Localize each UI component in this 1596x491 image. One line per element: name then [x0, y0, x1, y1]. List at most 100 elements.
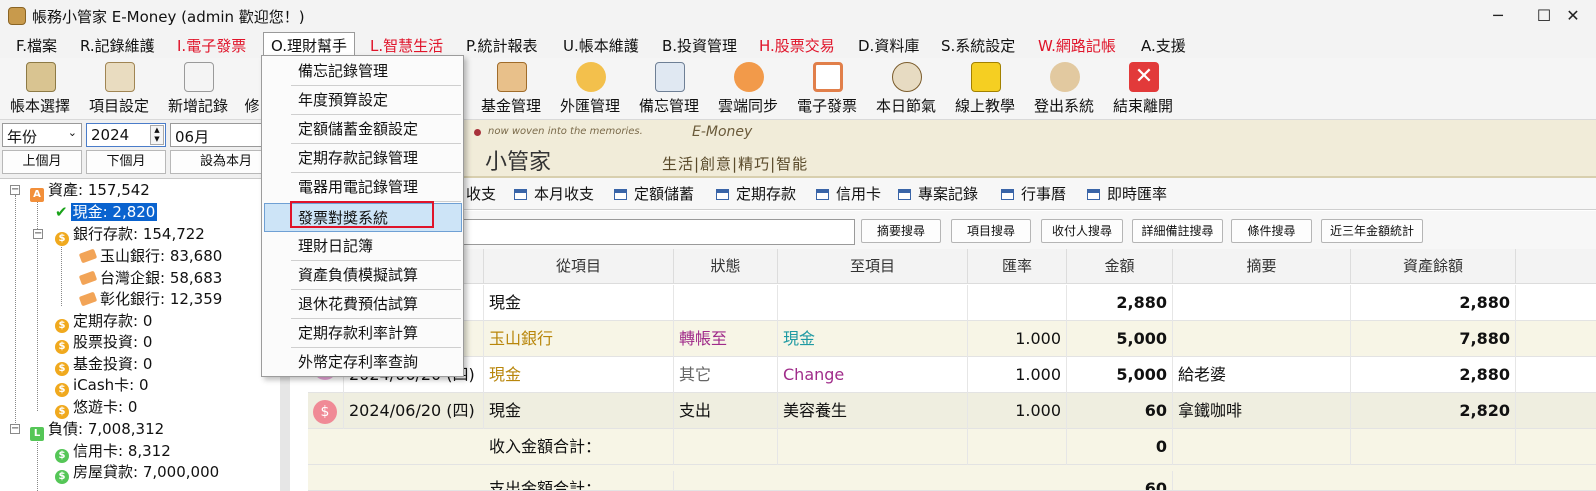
expense-total-value: 60 — [1067, 471, 1173, 490]
menu-settings[interactable]: S.系統設定 — [941, 35, 1015, 56]
column-header-to[interactable]: 至項目 — [778, 249, 968, 284]
column-header-balance[interactable]: 資產餘額 — [1351, 249, 1516, 284]
exit-button[interactable]: ✕ 結束離開 — [1107, 58, 1179, 120]
tree-node-stock[interactable]: $ 股票投資: 0 — [55, 332, 152, 354]
tree-node-fixed-deposit[interactable]: $ 定期存款: 0 — [55, 311, 152, 333]
coin-icon: $ — [55, 232, 69, 246]
menu-support[interactable]: A.支援 — [1141, 35, 1186, 56]
item-settings-button[interactable]: 項目設定 — [83, 58, 155, 120]
tab-projects[interactable]: 專案記錄 — [898, 183, 978, 204]
row-icon-cell: $ — [308, 393, 344, 429]
tree-node-bank[interactable]: $ 銀行存款: 154,722 — [55, 224, 205, 246]
prev-month-button[interactable]: 上個月 — [2, 150, 82, 174]
tree-node-changhua[interactable]: 彰化銀行: 12,359 — [78, 289, 222, 309]
item-search-button[interactable]: 項目搜尋 — [951, 219, 1031, 243]
menu-item-retirement-estimate[interactable]: 退休花費預估試算 — [291, 290, 461, 319]
summary-search-button[interactable]: 摘要搜尋 — [861, 219, 941, 243]
menu-item-memo-records[interactable]: 備忘記錄管理 — [291, 57, 461, 86]
period-mode-select[interactable]: 年份 ⌄ — [2, 123, 82, 147]
column-header-memo[interactable]: 摘要 — [1173, 249, 1351, 284]
tree-node-cash[interactable]: ✔ 現金: 2,820 — [55, 202, 158, 222]
banner-slogan: 生活|創意|精巧|智能 — [662, 155, 809, 173]
column-header-from[interactable]: 從項目 — [484, 249, 674, 284]
menu-item-finance-diary[interactable]: 理財日記簿 — [291, 232, 461, 261]
cell-balance: 2,880 — [1351, 357, 1516, 393]
menu-item-annual-budget[interactable]: 年度預算設定 — [291, 86, 461, 115]
tab-exchange-rate[interactable]: 即時匯率 — [1087, 183, 1167, 204]
collapse-liabilities-toggle[interactable]: − — [10, 424, 20, 434]
credit-card-label: 信用卡: 8,312 — [73, 442, 171, 460]
tab-savings[interactable]: 定額儲蓄 — [614, 183, 694, 204]
menu-item-foreign-deposit-rate[interactable]: 外幣定存利率查詢 — [291, 348, 461, 377]
menu-database[interactable]: D.資料庫 — [858, 35, 919, 56]
table-icon — [816, 189, 829, 200]
menu-e-invoice[interactable]: I.電子發票 — [177, 35, 246, 56]
ledger-select-button[interactable]: 帳本選擇 — [4, 58, 76, 120]
close-button[interactable]: ✕ — [1550, 4, 1596, 28]
tab-fixed-deposit[interactable]: 定期存款 — [716, 183, 796, 204]
table-row[interactable]: $ 2024/06/20 (四) 現金 支出 美容養生 1.000 60 拿鐵咖… — [308, 393, 1596, 429]
menu-online-ledger[interactable]: W.網路記帳 — [1038, 35, 1116, 56]
forex-button[interactable]: 外匯管理 — [554, 58, 626, 120]
e-invoice-button[interactable]: 電子發票 — [791, 58, 863, 120]
tree-node-yushan[interactable]: 玉山銀行: 83,680 — [78, 246, 222, 266]
collapse-assets-toggle[interactable]: − — [10, 185, 20, 195]
table-row[interactable]: 2024/06/20 (四) 現金 其它 Change 1.000 5,000 … — [308, 357, 1596, 393]
menu-file[interactable]: F.檔案 — [16, 35, 57, 56]
next-month-button[interactable]: 下個月 — [86, 150, 166, 174]
item-settings-icon — [105, 62, 135, 92]
table-row[interactable]: 現金 2,880 2,880 — [308, 285, 1596, 321]
tab-monthly[interactable]: 本月收支 — [514, 183, 594, 204]
fund-label-tree: 基金投資: 0 — [73, 355, 153, 373]
column-header-status[interactable]: 狀態 — [674, 249, 778, 284]
memo-detail-search-button[interactable]: 詳細備註搜尋 — [1132, 219, 1223, 243]
table-row[interactable]: 玉山銀行 轉帳至 現金 1.000 5,000 7,880 — [308, 321, 1596, 357]
tree-node-credit-card[interactable]: $ 信用卡: 8,312 — [55, 441, 171, 463]
menu-ledger[interactable]: U.帳本維護 — [563, 35, 639, 56]
left-pane: 年份 ⌄ 2024 ▲ ▼ 06月 上個月 下個月 設為本月 − A 資產: 157… — [0, 120, 282, 491]
tab-credit-card[interactable]: 信用卡 — [816, 183, 881, 204]
menu-smart-life[interactable]: L.智慧生活 — [370, 35, 443, 56]
tree-node-fund[interactable]: $ 基金投資: 0 — [55, 354, 152, 376]
spinner-arrows-icon[interactable]: ▲ ▼ — [150, 125, 164, 145]
tree-node-icash[interactable]: $ iCash卡: 0 — [55, 375, 149, 397]
tree-node-mortgage[interactable]: $ 房屋貸款: 7,000,000 — [55, 462, 219, 484]
menu-item-fixed-savings[interactable]: 定額儲蓄金額設定 — [291, 115, 461, 144]
tree-node-taiwan-bank[interactable]: 台灣企銀: 58,683 — [78, 268, 223, 288]
condition-search-button[interactable]: 條件搜尋 — [1231, 219, 1312, 243]
menu-item-deposit-interest[interactable]: 定期存款利率計算 — [291, 319, 461, 348]
cloud-sync-button[interactable]: 雲端同步 — [712, 58, 784, 120]
solar-term-button[interactable]: 本日節氣 — [870, 58, 942, 120]
collapse-bank-toggle[interactable]: − — [33, 229, 43, 239]
tree-node-easycard[interactable]: $ 悠遊卡: 0 — [55, 397, 137, 419]
logout-button[interactable]: 登出系統 — [1028, 58, 1100, 120]
red-dot-icon — [474, 129, 481, 136]
fund-button[interactable]: 基金管理 — [475, 58, 547, 120]
menu-stock-trade[interactable]: H.股票交易 — [759, 35, 835, 56]
payee-search-button[interactable]: 收付人搜尋 — [1041, 219, 1123, 243]
minimize-button[interactable]: ─ — [1475, 4, 1521, 28]
menu-item-balance-simulation[interactable]: 資產負債模擬試算 — [291, 261, 461, 290]
liabilities-icon: L — [30, 427, 44, 441]
menu-record[interactable]: R.記錄維護 — [80, 35, 155, 56]
three-year-stats-button[interactable]: 近三年金額統計 — [1321, 219, 1423, 243]
column-header-amount[interactable]: 金額 — [1067, 249, 1173, 284]
menu-investment[interactable]: B.投資管理 — [662, 35, 737, 56]
edit-button[interactable]: 修 — [241, 58, 263, 120]
stock-label: 股票投資: 0 — [73, 333, 153, 351]
tree-node-assets[interactable]: A 資產: 157,542 — [30, 180, 150, 202]
item-settings-label: 項目設定 — [88, 97, 149, 115]
year-spinner[interactable]: 2024 ▲ ▼ — [86, 123, 166, 147]
menu-item-appliance-power[interactable]: 電器用電記錄管理 — [291, 173, 461, 202]
add-record-button[interactable]: 新增記錄 — [162, 58, 234, 120]
column-header-rate[interactable]: 匯率 — [968, 249, 1067, 284]
online-tutorial-button[interactable]: 線上教學 — [949, 58, 1021, 120]
menu-reports[interactable]: P.統計報表 — [466, 35, 537, 56]
tab-calendar[interactable]: 行事曆 — [1001, 183, 1066, 204]
menu-item-fixed-deposit-records[interactable]: 定期存款記錄管理 — [291, 144, 461, 173]
tab-income-expense[interactable]: 收支 — [466, 183, 496, 204]
search-input[interactable] — [440, 219, 855, 245]
memo-button[interactable]: 備忘管理 — [633, 58, 705, 120]
taiwan-bank-label: 台灣企銀: 58,683 — [100, 269, 223, 287]
tree-node-liabilities[interactable]: L 負債: 7,008,312 — [30, 419, 164, 441]
